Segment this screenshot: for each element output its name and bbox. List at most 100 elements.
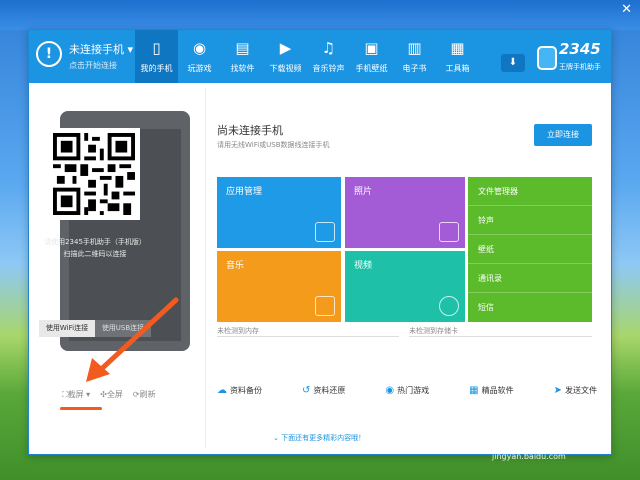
tile-app-management[interactable]: 应用管理	[217, 177, 341, 248]
nav-label: 电子书	[402, 64, 427, 73]
nav-games[interactable]: ◉ 玩游戏	[178, 30, 221, 83]
watermark-sub: jingyan.baidu.com	[492, 452, 566, 461]
tile-label: 音乐	[226, 261, 245, 271]
play-icon: ▶	[279, 39, 292, 57]
nav-wallpaper[interactable]: ▣ 手机壁纸	[350, 30, 393, 83]
qr-code-image	[53, 133, 135, 215]
nav-label: 工具箱	[445, 64, 470, 73]
watermark-main: Baidu 经验	[486, 426, 609, 451]
chevron-down-icon: ▾	[127, 43, 134, 56]
memory-status: 未检测到内存	[217, 327, 259, 335]
tile-label: 应用管理	[226, 187, 263, 197]
function-label: 资料备份	[230, 386, 262, 395]
nav-ebook[interactable]: ▥ 电子书	[393, 30, 436, 83]
nav-label: 玩游戏	[187, 64, 212, 73]
connection-status-title[interactable]: 未连接手机 ▾	[69, 41, 133, 57]
list-item-wallpapers[interactable]: 壁纸	[468, 235, 592, 264]
connection-status-text: 未连接手机	[69, 43, 124, 56]
list-item-sms[interactable]: 短信	[468, 293, 592, 322]
nav-label: 找软件	[230, 64, 255, 73]
refresh-icon: ⟳	[132, 390, 140, 399]
close-icon[interactable]: ✕	[621, 2, 632, 17]
restore-button[interactable]: ↺ 资料还原	[302, 385, 345, 396]
tile-music[interactable]: 音乐	[217, 251, 341, 322]
list-item-file-manager[interactable]: 文件管理器	[468, 177, 592, 206]
info-icon[interactable]: !	[36, 41, 62, 67]
download-icon[interactable]: ⬇	[501, 54, 525, 72]
image-icon	[439, 222, 459, 242]
premium-apps-button[interactable]: ▦ 精品软件	[469, 385, 513, 396]
music-icon: ♫	[321, 39, 336, 57]
connection-status-subtitle[interactable]: 点击开始连接	[69, 60, 117, 71]
cloud-icon: ☁	[217, 385, 227, 396]
nav-music[interactable]: ♫ 音乐铃声	[307, 30, 350, 83]
music-icon	[315, 296, 335, 316]
phone-hint-line: 请使用2345手机助手（手机版）	[44, 238, 146, 246]
tile-list: 文件管理器 铃声 壁纸 通讯录 短信	[468, 177, 592, 322]
hot-games-button[interactable]: ◉ 热门游戏	[385, 385, 429, 396]
fullscreen-button[interactable]: ✣ 全屏	[100, 389, 123, 400]
nav-label: 音乐铃声	[312, 64, 345, 73]
nav-my-phone[interactable]: ▯ 我的手机	[135, 30, 178, 83]
list-item-ringtones[interactable]: 铃声	[468, 206, 592, 235]
tile-label: 视频	[354, 261, 373, 271]
divider	[205, 88, 206, 448]
tile-video[interactable]: 视频	[345, 251, 465, 322]
function-label: 精品软件	[481, 386, 514, 395]
qr-code	[48, 128, 140, 220]
baidu-watermark: Baidu 经验 jingyan.baidu.com	[486, 420, 636, 476]
toolbox-icon: ▦	[450, 39, 465, 57]
phone-connect-hint: 请使用2345手机助手（手机版） 扫描此二维码以连接	[38, 236, 152, 260]
restore-icon: ↺	[302, 385, 311, 396]
page-title: 尚未连接手机	[217, 124, 283, 137]
fullscreen-label: 全屏	[106, 390, 123, 399]
nav-videos[interactable]: ▶ 下载视频	[264, 30, 307, 83]
nav-label: 手机壁纸	[355, 64, 388, 73]
connect-button[interactable]: 立即连接	[534, 124, 592, 146]
logo-number: 2345	[559, 40, 601, 58]
send-file-button[interactable]: ➤ 发送文件	[554, 385, 597, 396]
image-icon: ▣	[364, 39, 379, 57]
nav-toolbox[interactable]: ▦ 工具箱	[436, 30, 479, 83]
tile-photos[interactable]: 照片	[345, 177, 465, 248]
function-bar: ☁ 资料备份 ↺ 资料还原 ◉ 热门游戏 ▦ 精品软件 ➤ 发送文件	[217, 385, 597, 396]
grid-icon	[315, 222, 335, 242]
main-nav: ▯ 我的手机 ◉ 玩游戏 ▤ 找软件 ▶ 下载视频 ♫ 音乐铃声 ▣ 手机壁纸	[135, 30, 479, 83]
logo: 2345 王牌手机助手	[537, 40, 609, 76]
refresh-button[interactable]: ⟳ 刷新	[133, 389, 156, 400]
desktop-titlebar: ✕	[0, 0, 640, 30]
nav-label: 我的手机	[140, 64, 173, 73]
phone-hint-line: 扫描此二维码以连接	[63, 250, 127, 258]
top-toolbar: ! 未连接手机 ▾ 点击开始连接 ▯ 我的手机 ◉ 玩游戏 ▤ 找软件 ▶ 下载…	[29, 30, 611, 83]
tile-label: 照片	[354, 187, 373, 197]
annotation-arrow	[86, 297, 179, 382]
app-store-icon: ▤	[235, 39, 250, 57]
gamepad-icon: ◉	[192, 39, 207, 57]
refresh-label: 刷新	[139, 390, 156, 399]
nav-apps[interactable]: ▤ 找软件	[221, 30, 264, 83]
sdcard-bar	[409, 336, 592, 337]
screenshot-button[interactable]: ⛶ 截屏 ▾	[62, 389, 90, 400]
grid-icon: ▦	[469, 385, 479, 396]
backup-button[interactable]: ☁ 资料备份	[217, 385, 262, 396]
expand-icon: ✣	[100, 390, 107, 399]
page-subtitle: 请用无线WiFi或USB数据线连接手机	[217, 141, 330, 149]
more-content-link[interactable]: ⌄ 下面还有更多精彩内容哦！	[273, 433, 365, 443]
more-content-text: 下面还有更多精彩内容哦！	[281, 434, 366, 442]
memory-bar	[217, 336, 399, 337]
book-icon: ▥	[407, 39, 422, 57]
logo-mascot-icon	[537, 46, 557, 70]
gamepad-icon: ◉	[385, 385, 395, 396]
phone-icon: ▯	[152, 39, 161, 57]
sdcard-status: 未检测到存储卡	[409, 327, 458, 335]
phone-toolbar: ⛶ 截屏 ▾ ✣ 全屏 ⟳ 刷新	[62, 389, 156, 400]
function-label: 资料还原	[313, 386, 346, 395]
send-icon: ➤	[553, 385, 562, 396]
screenshot-label: 截屏	[67, 390, 84, 399]
function-label: 发送文件	[564, 386, 597, 395]
annotation-underline	[60, 407, 102, 410]
nav-label: 下载视频	[269, 64, 302, 73]
list-item-contacts[interactable]: 通讯录	[468, 264, 592, 293]
function-label: 热门游戏	[397, 386, 430, 395]
film-icon	[439, 296, 459, 316]
